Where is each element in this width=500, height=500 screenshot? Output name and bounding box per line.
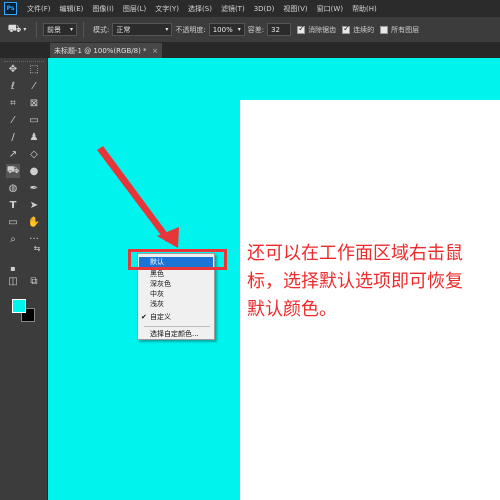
divider bbox=[36, 21, 37, 38]
chevron-down-icon: ▾ bbox=[237, 26, 241, 33]
checkmark-icon: ✔ bbox=[141, 313, 147, 321]
menu-image[interactable]: 图像(I) bbox=[92, 4, 114, 14]
chevron-down-icon: ▾ bbox=[165, 26, 169, 33]
contiguous-label: 连续的 bbox=[353, 25, 375, 34]
opacity-value: 100% bbox=[212, 25, 233, 34]
zoom-icon[interactable]: ⌕ bbox=[6, 232, 20, 246]
document-tab-title: 未标题-1 @ 100%(RGB/8) * bbox=[54, 46, 147, 55]
tools-panel: ✥ ⬚ ℓ ⁄ ⌗ ⊠ ⁄ ▭ / ♟ ↗ ◇ ⛟ ● ◍ ✒ T ➤ ▭ ✋ … bbox=[0, 58, 48, 500]
mode-select[interactable]: 正常 ▾ bbox=[112, 23, 173, 36]
crop-icon[interactable]: ⌗ bbox=[6, 96, 20, 110]
type-icon[interactable]: T bbox=[6, 198, 20, 212]
all-layers-checkbox[interactable]: 所有图层 bbox=[380, 25, 419, 35]
frame-icon[interactable]: ⊠ bbox=[27, 96, 41, 110]
checkbox-checked-icon bbox=[342, 24, 351, 34]
tolerance-label: 容差: bbox=[247, 25, 265, 34]
hand-icon[interactable]: ✋ bbox=[27, 215, 41, 229]
quick-mask-icon[interactable]: ◫ bbox=[6, 274, 20, 288]
options-bar: ⛟▾ 前景 ▾ 模式: 正常 ▾ 不透明度: 100% ▾ 容差: 32 消除锯… bbox=[0, 17, 500, 43]
menu-bar: Ps 文件(F) 编辑(E) 图像(I) 图层(L) 文字(Y) 选择(S) 滤… bbox=[0, 0, 500, 17]
paint-bucket-icon[interactable]: ⛟ bbox=[6, 164, 20, 178]
all-layers-label: 所有图层 bbox=[391, 25, 420, 34]
menu-item-medium-gray[interactable]: 中灰 bbox=[150, 289, 164, 299]
magic-wand-icon[interactable]: ⁄ bbox=[27, 79, 41, 93]
menu-item-dark-gray[interactable]: 深灰色 bbox=[150, 279, 171, 289]
mode-value: 正常 bbox=[116, 25, 131, 34]
path-select-icon[interactable]: ➤ bbox=[27, 198, 41, 212]
chevron-down-icon: ▾ bbox=[69, 26, 73, 33]
history-brush-icon[interactable]: ↗ bbox=[6, 147, 20, 161]
contiguous-checkbox[interactable]: 连续的 bbox=[342, 24, 375, 35]
highlight-box bbox=[128, 249, 227, 270]
healing-icon[interactable]: ▭ bbox=[27, 113, 41, 127]
screen-mode-icon[interactable]: ⧉ bbox=[27, 274, 41, 288]
menu-item-light-gray[interactable]: 浅灰 bbox=[150, 299, 164, 309]
menu-filter[interactable]: 滤镜(T) bbox=[221, 4, 245, 14]
blur-icon[interactable]: ● bbox=[27, 164, 41, 178]
tolerance-input[interactable]: 32 bbox=[267, 23, 292, 36]
fill-source-value: 前景 bbox=[47, 25, 61, 34]
menu-layer[interactable]: 图层(L) bbox=[123, 4, 146, 14]
pen-icon[interactable]: ✒ bbox=[27, 181, 41, 195]
rectangle-icon[interactable]: ▭ bbox=[6, 215, 20, 229]
menu-item-choose-custom-color[interactable]: 选择自定颜色... bbox=[150, 329, 199, 339]
menu-help[interactable]: 帮助(H) bbox=[352, 4, 377, 14]
menu-3d[interactable]: 3D(D) bbox=[254, 5, 275, 13]
baidu-watermark: Bai 经验 bbox=[378, 453, 436, 469]
checkbox-unchecked-icon bbox=[380, 25, 389, 34]
dodge-icon[interactable]: ◍ bbox=[6, 181, 20, 195]
opacity-input[interactable]: 100% ▾ bbox=[208, 23, 245, 36]
menu-item-custom[interactable]: 自定义 bbox=[150, 312, 171, 322]
menu-divider bbox=[144, 326, 210, 327]
menu-window[interactable]: 窗口(W) bbox=[317, 4, 343, 14]
stamp-icon[interactable]: ♟ bbox=[27, 130, 41, 144]
mode-label: 模式: bbox=[93, 25, 110, 34]
foreground-color-swatch[interactable] bbox=[12, 299, 26, 313]
checkbox-checked-icon bbox=[297, 24, 306, 34]
tolerance-value: 32 bbox=[271, 25, 280, 34]
document-tab[interactable]: 未标题-1 @ 100%(RGB/8) * × bbox=[50, 43, 162, 58]
divider bbox=[83, 21, 84, 38]
brush-icon[interactable]: / bbox=[6, 130, 20, 144]
paint-bucket-preset-icon[interactable]: ⛟ ▾ bbox=[4, 21, 30, 39]
lasso-icon[interactable]: ℓ bbox=[6, 79, 20, 93]
opacity-label: 不透明度: bbox=[175, 25, 206, 34]
menu-edit[interactable]: 编辑(E) bbox=[60, 4, 84, 14]
eyedropper-icon[interactable]: ⁄ bbox=[6, 113, 20, 127]
baidu-watermark-url: jingyan.baidu.com bbox=[417, 474, 500, 484]
document-tab-bar: 未标题-1 @ 100%(RGB/8) * × bbox=[0, 43, 500, 58]
swap-colors-icon[interactable]: ⇆ bbox=[30, 241, 44, 255]
default-colors-icon[interactable]: ▪ bbox=[6, 261, 20, 275]
menu-select[interactable]: 选择(S) bbox=[188, 4, 212, 14]
menu-file[interactable]: 文件(F) bbox=[27, 4, 51, 14]
fill-source-select[interactable]: 前景 ▾ bbox=[43, 23, 77, 36]
marquee-icon[interactable]: ⬚ bbox=[27, 62, 41, 76]
close-icon[interactable]: × bbox=[152, 47, 158, 55]
move-icon[interactable]: ✥ bbox=[6, 62, 20, 76]
eraser-icon[interactable]: ◇ bbox=[27, 147, 41, 161]
antialias-checkbox[interactable]: 消除锯齿 bbox=[297, 24, 337, 35]
menu-item-black[interactable]: 黑色 bbox=[150, 269, 164, 279]
photoshop-logo: Ps bbox=[4, 2, 17, 15]
menu-type[interactable]: 文字(Y) bbox=[155, 4, 179, 14]
annotation-text: 还可以在工作面区域右击鼠标，选择默认选项即可恢复默认颜色。 bbox=[247, 243, 463, 320]
antialias-label: 消除锯齿 bbox=[308, 25, 337, 34]
menu-view[interactable]: 视图(V) bbox=[283, 4, 307, 14]
